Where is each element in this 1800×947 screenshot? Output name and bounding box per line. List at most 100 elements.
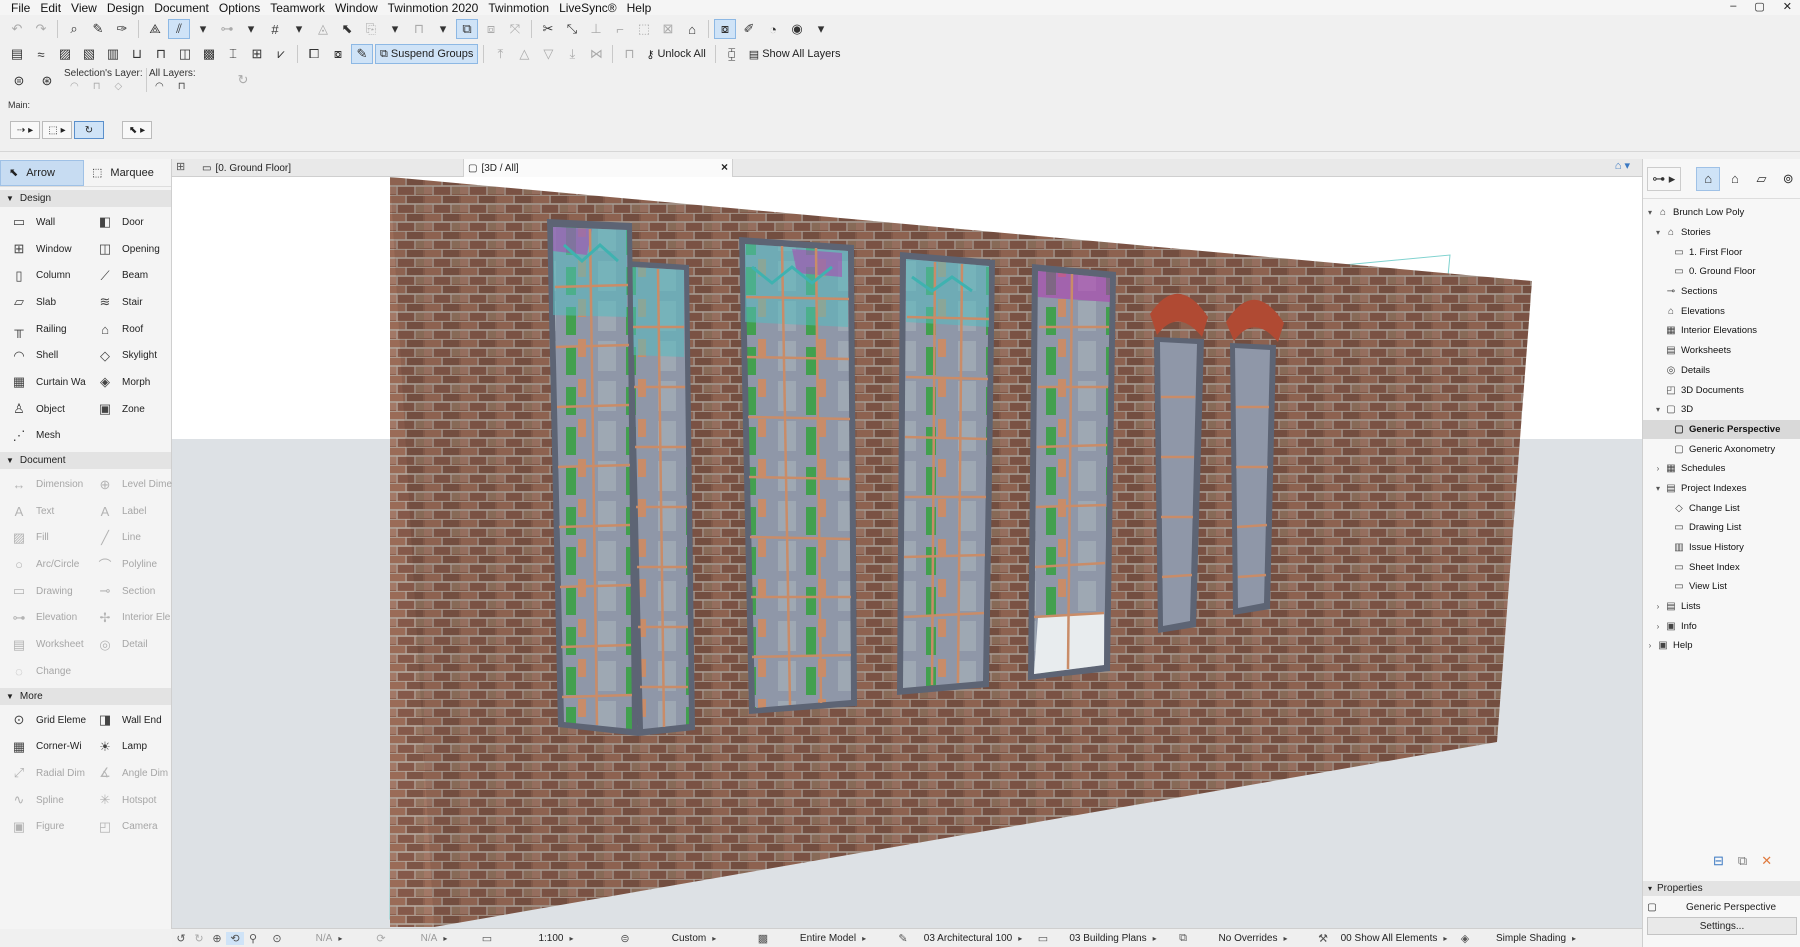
tool-shell[interactable]: ◠ Shell xyxy=(0,342,86,369)
explode-model-icon[interactable]: ⊠ xyxy=(657,19,679,39)
menu-edit[interactable]: Edit xyxy=(35,1,66,15)
tool-arc-circle[interactable]: ○ Arc/Circle xyxy=(0,551,86,578)
tool-slab[interactable]: ▱ Slab xyxy=(0,289,86,316)
guide-lines-icon[interactable]: ⫽ xyxy=(168,19,190,39)
tree-item-help[interactable]: › ▣ Help xyxy=(1643,636,1800,656)
3d-explore-icon[interactable]: ⧇ xyxy=(714,19,736,39)
model-view-options-dropdown[interactable]: 03 Building Plans ▸ xyxy=(1052,933,1174,944)
dropdown-icon[interactable]: ▾ xyxy=(810,19,832,39)
tool-column[interactable]: ▯ Column xyxy=(0,262,86,289)
undo-view-icon[interactable]: ↺ xyxy=(172,932,190,945)
menu-twinmotion[interactable]: Twinmotion xyxy=(483,1,554,15)
tool-section[interactable]: ⊸ Section xyxy=(86,578,172,605)
tree-item-sections[interactable]: ⊸ Sections xyxy=(1643,282,1800,302)
menu-help[interactable]: Help xyxy=(622,1,657,15)
dropdown-icon[interactable]: ▾ xyxy=(192,19,214,39)
tree-item-interior-elevations[interactable]: ▦ Interior Elevations xyxy=(1643,321,1800,341)
navigator-organizer-icon[interactable]: ⊶ ▸ xyxy=(1647,166,1681,191)
tree-item-stories[interactable]: ▾ ⌂ Stories xyxy=(1643,223,1800,243)
special-snap-icon[interactable]: ⊶ xyxy=(216,19,238,39)
expand-toggle-icon[interactable]: › xyxy=(1653,622,1663,631)
tool-elevation[interactable]: ⊶ Elevation xyxy=(0,605,86,632)
menu-livesync[interactable]: LiveSync® xyxy=(554,1,622,15)
dropdown-icon[interactable]: ▾ xyxy=(384,19,406,39)
layout-book-icon[interactable]: ▱ xyxy=(1750,167,1774,191)
tool-opening[interactable]: ◫ Opening xyxy=(86,236,172,263)
properties-header[interactable]: ▾ Properties xyxy=(1643,881,1800,896)
zone-category-icon[interactable]: ▩ xyxy=(198,44,220,64)
orbit-icon[interactable]: ⟲ xyxy=(226,931,244,945)
marquee-tool[interactable]: ⬚ Marquee xyxy=(84,160,168,186)
markup-icon[interactable]: ⊞ xyxy=(246,44,268,64)
close-tab-button[interactable]: × xyxy=(721,160,728,174)
tool-wall-end[interactable]: ◨ Wall End xyxy=(86,707,172,734)
refresh-icon[interactable]: ↻ xyxy=(232,70,254,90)
fillet-icon[interactable]: ⌐ xyxy=(609,19,631,39)
send-back-icon[interactable]: ▽ xyxy=(537,44,559,64)
menu-teamwork[interactable]: Teamwork xyxy=(265,1,330,15)
find-select-icon[interactable]: ⌕ xyxy=(63,19,85,39)
tree-item-elevations[interactable]: ⌂ Elevations xyxy=(1643,301,1800,321)
tab-3d-all[interactable]: ▢ [3D / All] × xyxy=(463,159,733,177)
surface-icon[interactable]: ▧ xyxy=(78,44,100,64)
fit-in-window-icon[interactable]: ⊙ xyxy=(268,932,286,945)
orbit-icon[interactable]: ◔ xyxy=(762,19,784,39)
tool-label[interactable]: A Label xyxy=(86,498,172,525)
split-icon[interactable]: ✂ xyxy=(537,19,559,39)
explode-icon[interactable]: ⤧ xyxy=(504,19,526,39)
tree-item-lists[interactable]: › ▤ Lists xyxy=(1643,597,1800,617)
redo-icon[interactable]: ↷ xyxy=(30,19,52,39)
tool-detail[interactable]: ◎ Detail xyxy=(86,631,172,658)
expand-toggle-icon[interactable]: ▾ xyxy=(1653,228,1663,237)
view-map-icon[interactable]: ⌂ xyxy=(1723,167,1747,191)
tool-angle-dim[interactable]: ∡ Angle Dim xyxy=(86,760,172,787)
group-icon[interactable]: ⧉ xyxy=(456,19,478,39)
tool-camera[interactable]: ◰ Camera xyxy=(86,813,172,840)
suspend-groups-pen-icon[interactable]: ✎ xyxy=(351,44,373,64)
scale-dropdown[interactable]: 1:100 ▸ xyxy=(496,933,616,944)
group-select-icon[interactable]: ⧠ xyxy=(303,44,325,64)
dropdown-icon[interactable]: ▾ xyxy=(432,19,454,39)
tree-item-generic-axonometry[interactable]: ▢ Generic Axonometry xyxy=(1643,439,1800,459)
menu-file[interactable]: File xyxy=(6,1,35,15)
tool-roof[interactable]: ⌂ Roof xyxy=(86,316,172,343)
tree-item-brunch-low-poly[interactable]: ▾ ⌂ Brunch Low Poly xyxy=(1643,203,1800,223)
inject-icon[interactable]: ✑ xyxy=(111,19,133,39)
menu-design[interactable]: Design xyxy=(102,1,149,15)
3d-viewport[interactable] xyxy=(172,177,1642,928)
delete-icon[interactable]: ✕ xyxy=(1761,853,1772,869)
building-material-icon[interactable]: ⊓ xyxy=(150,44,172,64)
tool-interior-ele[interactable]: ✢ Interior Ele xyxy=(86,605,172,632)
dropdown-icon[interactable]: ▾ xyxy=(288,19,310,39)
tool-window[interactable]: ⊞ Window xyxy=(0,236,86,263)
copy-icon[interactable]: ⎘ xyxy=(360,19,382,39)
tool-morph[interactable]: ◈ Morph xyxy=(86,369,172,396)
settings-button[interactable]: Settings... xyxy=(1647,917,1797,935)
mep-icon[interactable]: ⌶ xyxy=(222,44,244,64)
geometry-method-button[interactable]: ⇢ ▸ xyxy=(10,121,40,139)
zoom-value[interactable]: N/A ▸ xyxy=(286,933,372,944)
tool-door[interactable]: ◧ Door xyxy=(86,209,172,236)
snap-guides-icon[interactable]: ⟁ xyxy=(144,19,166,39)
lock-element-icon[interactable]: ⊓ xyxy=(618,44,640,64)
new-view-icon[interactable]: ⊟ xyxy=(1713,853,1724,869)
tool-beam[interactable]: ⟋ Beam xyxy=(86,262,172,289)
maximize-button[interactable]: ▢ xyxy=(1754,0,1764,13)
toolbox-section-design[interactable]: ▼ Design xyxy=(0,190,171,207)
tree-item-issue-history[interactable]: ▥ Issue History xyxy=(1643,538,1800,558)
3d-view-dropdown-icon[interactable]: ⌂ ▾ xyxy=(1615,159,1630,172)
menu-document[interactable]: Document xyxy=(149,1,214,15)
tree-item-3d-documents[interactable]: ◰ 3D Documents xyxy=(1643,380,1800,400)
show-all-layers-button[interactable]: ▤ Show All Layers xyxy=(745,44,845,64)
tool-change[interactable]: ◌ Change xyxy=(0,658,86,685)
selection-method-button[interactable]: ⬚ ▸ xyxy=(42,121,72,139)
render-icon[interactable]: ◉ xyxy=(786,19,808,39)
cursor-snap-icon[interactable]: ⬉ xyxy=(336,19,358,39)
gravity-icon[interactable]: ◬ xyxy=(312,19,334,39)
tree-item-view-list[interactable]: ▭ View List xyxy=(1643,577,1800,597)
3d-style-dropdown[interactable]: Simple Shading ▸ xyxy=(1474,933,1598,944)
tool-figure[interactable]: ▣ Figure xyxy=(0,813,86,840)
expand-toggle-icon[interactable]: › xyxy=(1653,602,1663,611)
layer-combination-dropdown[interactable]: Custom ▸ xyxy=(634,933,754,944)
layer-settings-icon[interactable]: ▤ xyxy=(6,44,28,64)
